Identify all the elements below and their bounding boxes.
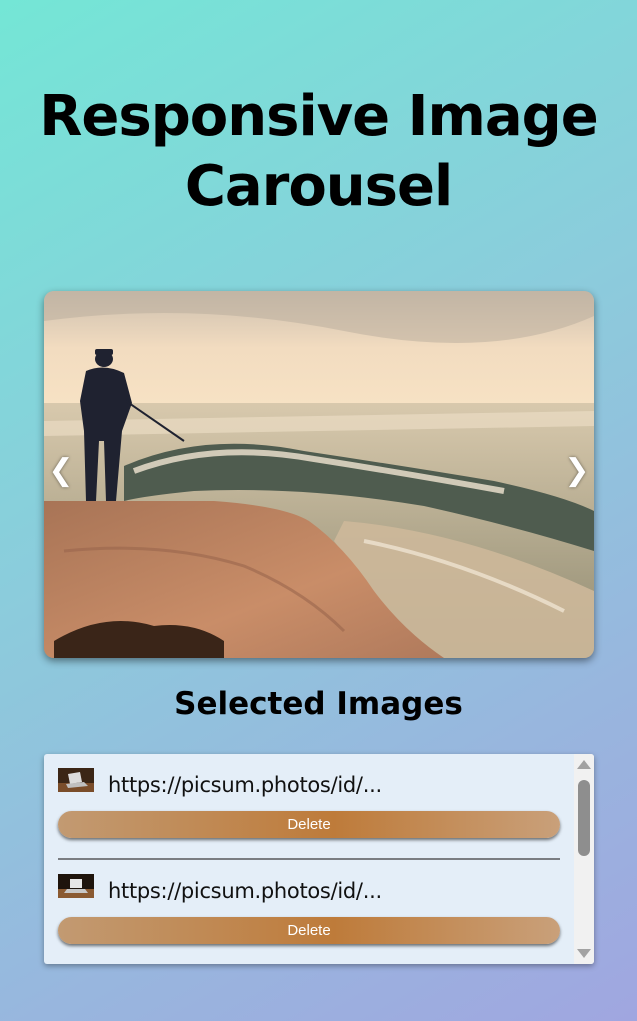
previous-arrow-button[interactable]: ❮ [46,451,76,491]
selected-images-heading: Selected Images [174,686,463,722]
image-thumbnail [58,874,94,898]
image-thumbnail [58,768,94,792]
scroll-up-arrow-icon[interactable] [577,760,591,769]
selected-images-list[interactable]: https://picsum.photos/id/... Delete http… [44,754,594,964]
page-title: Responsive Image Carousel [39,84,598,219]
image-carousel: ❮ ❯ [44,291,594,658]
carousel-image [44,291,594,658]
delete-button[interactable]: Delete [58,917,560,944]
list-item: https://picsum.photos/id/... Delete [58,754,560,860]
scroll-down-arrow-icon[interactable] [577,949,591,958]
vertical-scrollbar[interactable] [574,754,594,964]
laptop-thumbnail-icon [58,874,94,898]
image-url: https://picsum.photos/id/... [108,879,382,903]
image-url: https://picsum.photos/id/... [108,773,382,797]
next-arrow-button[interactable]: ❯ [562,451,592,491]
scrollbar-thumb[interactable] [578,780,590,856]
laptop-thumbnail-icon [58,768,94,792]
delete-button[interactable]: Delete [58,811,560,838]
list-item: https://picsum.photos/id/... Delete [58,860,560,964]
